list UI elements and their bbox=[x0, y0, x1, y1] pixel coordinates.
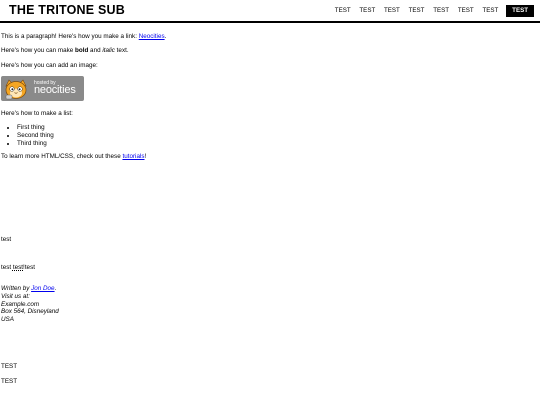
paragraph-link: This is a paragraph! Here's how you make… bbox=[1, 33, 166, 41]
nav-link-6[interactable]: TEST bbox=[454, 5, 478, 17]
author-text: Written by bbox=[1, 285, 32, 292]
nav-link-4[interactable]: TEST bbox=[405, 5, 429, 17]
list-item: Third thing bbox=[17, 140, 54, 148]
neocities-link[interactable]: Neocities bbox=[139, 33, 165, 40]
nav-link-2[interactable]: TEST bbox=[356, 5, 380, 17]
nav-link-3[interactable]: TEST bbox=[380, 5, 404, 17]
author-link[interactable]: Jon Doe bbox=[31, 285, 54, 292]
badge-brand-text: neocities bbox=[34, 84, 76, 96]
paragraph-tutorials: To learn more HTML/CSS, check out these … bbox=[1, 153, 146, 161]
tutorials-text: To learn more HTML/CSS, check out these bbox=[1, 153, 123, 160]
test-text-4: TEST bbox=[1, 378, 18, 385]
site-title: THE TRITONE SUB bbox=[9, 3, 125, 17]
address-block: Written by Jon Doe. Visit us at: Example… bbox=[1, 285, 59, 324]
test-word: test bbox=[1, 264, 13, 271]
nav-link-1[interactable]: TEST bbox=[331, 5, 355, 17]
author-end: . bbox=[54, 285, 57, 292]
paragraph-text: This is a paragraph! Here's how you make… bbox=[1, 33, 139, 40]
paragraph-image: Here's how you can add an image: bbox=[1, 62, 98, 69]
site-header: THE TRITONE SUB TEST TEST TEST TEST TEST… bbox=[0, 0, 540, 23]
address-line: Box 564, Disneyland bbox=[1, 308, 59, 316]
tutorials-end: ! bbox=[144, 153, 147, 160]
italic-text: italic bbox=[102, 47, 115, 54]
nav-bar: TEST TEST TEST TEST TEST TEST TEST TEST bbox=[330, 5, 534, 17]
tutorials-link[interactable]: tutorials bbox=[122, 153, 144, 160]
paragraph-formatting: Here's how you can make bold and italic … bbox=[1, 47, 129, 55]
test-text-2: test test!test bbox=[1, 264, 35, 272]
nav-link-active[interactable]: TEST bbox=[506, 5, 534, 17]
address-line: Example.com bbox=[1, 300, 40, 308]
test-word-end: test bbox=[24, 264, 35, 271]
test-text-3: TEST bbox=[1, 363, 18, 370]
nav-link-7[interactable]: TEST bbox=[479, 5, 503, 17]
address-line: USA bbox=[1, 316, 14, 324]
test-text-1: test bbox=[1, 236, 12, 243]
cat-mascot-icon bbox=[5, 79, 27, 100]
bold-text: bold bbox=[75, 47, 89, 54]
paragraph-end: . bbox=[164, 33, 167, 40]
author-line: Written by Jon Doe. bbox=[1, 285, 59, 293]
neocities-badge-image[interactable]: hosted by neocities bbox=[1, 76, 84, 101]
list-item: First thing bbox=[17, 124, 54, 132]
nav-link-5[interactable]: TEST bbox=[429, 5, 453, 17]
formatting-text: Here's how you can make bbox=[1, 47, 76, 54]
abbreviation-text[interactable]: test! bbox=[13, 264, 25, 271]
paragraph-list-intro: Here's how to make a list: bbox=[1, 110, 73, 117]
bullet-list: First thing Second thing Third thing bbox=[1, 124, 54, 148]
list-item: Second thing bbox=[17, 132, 54, 140]
formatting-mid: and bbox=[88, 47, 103, 54]
address-line: Visit us at: bbox=[1, 292, 30, 300]
formatting-end: text. bbox=[114, 47, 129, 54]
